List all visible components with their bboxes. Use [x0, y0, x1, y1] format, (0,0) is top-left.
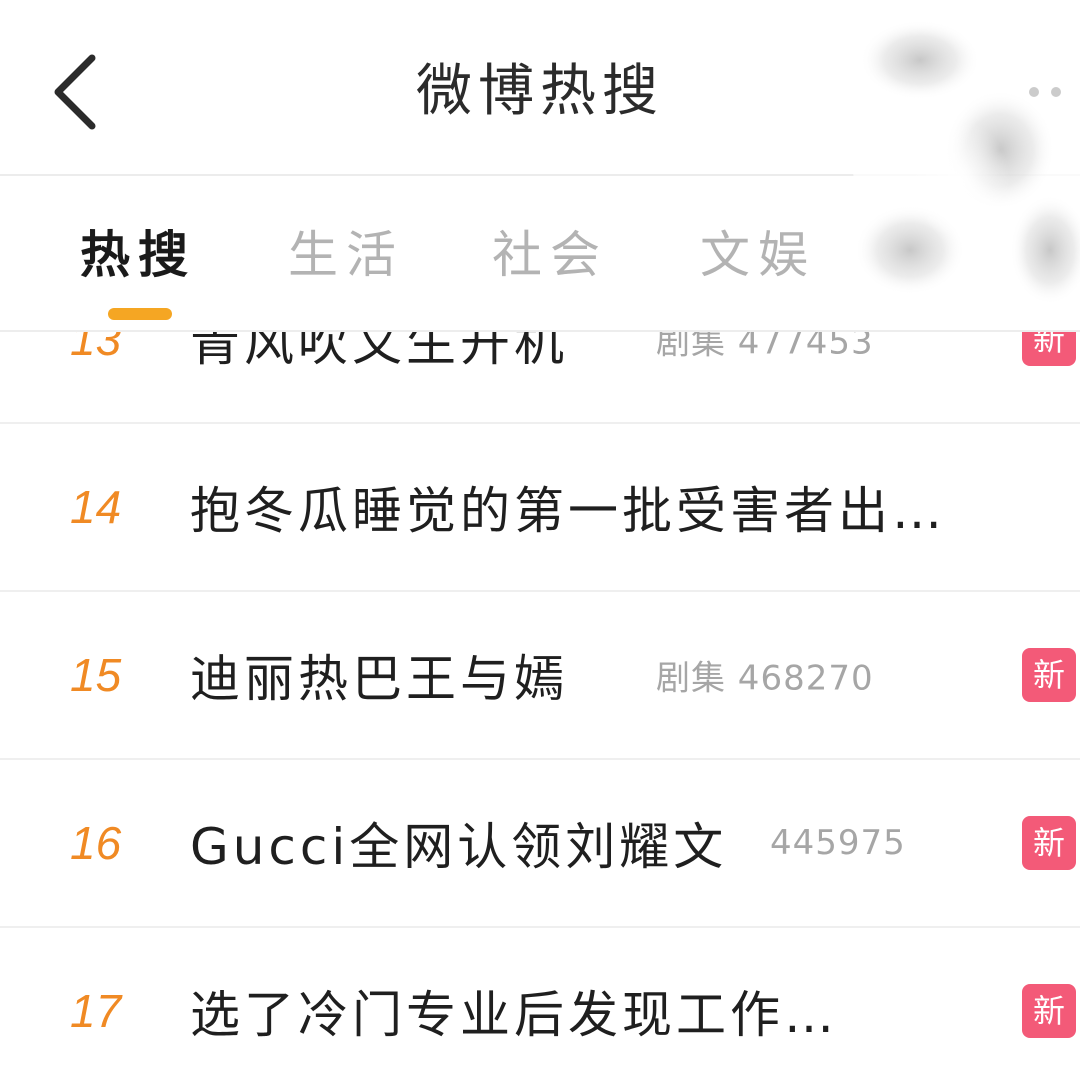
new-badge: 新 [1022, 984, 1076, 1038]
tab-life[interactable]: 生活 [288, 220, 404, 290]
hot-search-list: 13 青风吹又生开机 剧集 477453 新 14 抱冬瓜睡觉的第一批受害者出…… [0, 256, 1080, 1080]
rank-number: 15 [70, 649, 122, 701]
active-tab-indicator [108, 308, 172, 320]
tab-hot-search[interactable]: 热搜 [80, 220, 196, 290]
rank-number: 16 [70, 817, 122, 869]
topic-title: 迪丽热巴王与嫣 [190, 650, 568, 708]
list-item[interactable]: 16 Gucci全网认领刘耀文 445975 新 [0, 760, 1080, 928]
new-badge: 新 [1022, 648, 1076, 702]
top-nav-bar: 微博热搜 [0, 0, 1080, 176]
topic-meta: 剧集 468270 [656, 658, 874, 699]
weibo-hot-search-screen: 微博热搜 热搜 生活 社会 文娱 13 青风吹又生开机 剧集 477453 新 … [0, 0, 1080, 1080]
rank-number: 17 [70, 985, 122, 1037]
page-title: 微博热搜 [416, 59, 664, 124]
back-button[interactable] [40, 40, 120, 140]
ellipsis-icon [1029, 87, 1061, 97]
new-badge: 新 [1022, 816, 1076, 870]
list-item[interactable]: 15 迪丽热巴王与嫣 剧集 468270 新 [0, 592, 1080, 760]
topic-title: 选了冷门专业后发现工作… [190, 986, 838, 1044]
tab-society[interactable]: 社会 [492, 220, 608, 290]
rank-number: 14 [70, 481, 122, 533]
tab-entertainment[interactable]: 文娱 [700, 220, 816, 290]
topic-title: 抱冬瓜睡觉的第一批受害者出… [190, 482, 946, 540]
category-tabs: 热搜 生活 社会 文娱 [0, 176, 1080, 332]
topic-title: Gucci全网认领刘耀文 [190, 818, 728, 876]
list-item[interactable]: 14 抱冬瓜睡觉的第一批受害者出… [0, 424, 1080, 592]
chevron-left-icon [54, 54, 96, 130]
topic-meta: 445975 [770, 823, 906, 863]
list-item[interactable]: 17 选了冷门专业后发现工作… 新 [0, 928, 1080, 1080]
more-button[interactable] [1010, 70, 1080, 114]
